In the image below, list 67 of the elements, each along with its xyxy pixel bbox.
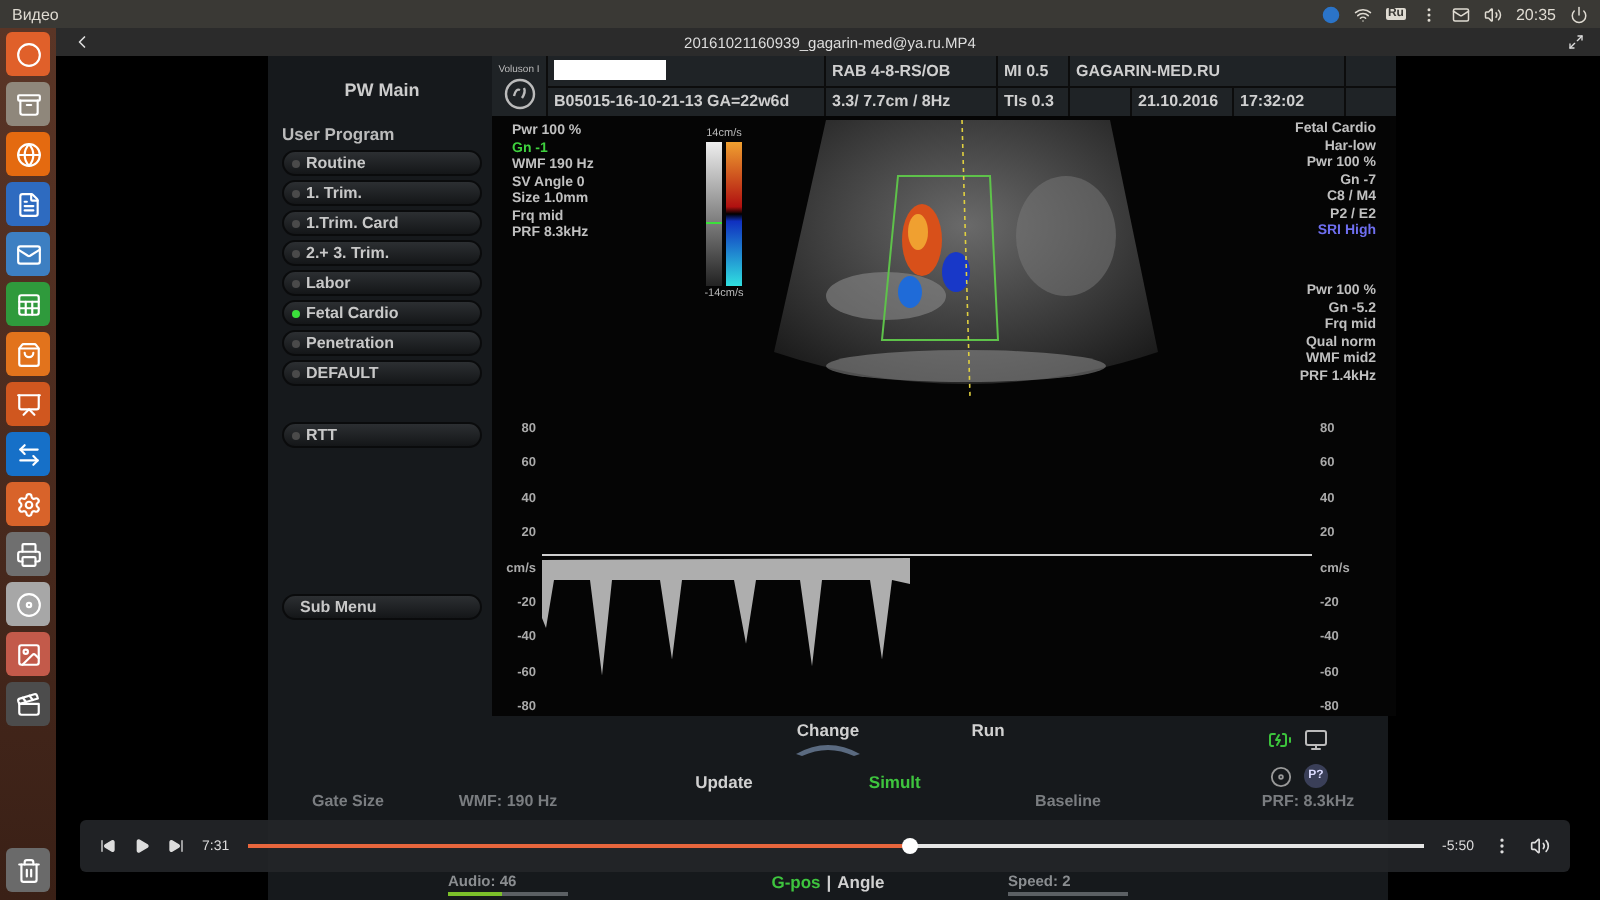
battery-icon [1268,728,1292,752]
separator-text: | [826,872,832,892]
mail-icon[interactable] [1451,5,1470,23]
panel-title: PW Main [342,80,422,100]
clock[interactable]: 20:35 [1515,5,1556,23]
run-key[interactable]: Run [971,720,1005,740]
round-logo-icon [503,77,535,109]
arrows-icon[interactable] [6,432,50,476]
patient-id-label: B05015-16-10-21-13 GA=22w6d [548,87,824,116]
header-cell [1070,87,1130,116]
app-name: Видео [12,5,59,23]
program-button[interactable]: RTT [282,422,482,448]
volume-icon[interactable] [1483,5,1502,23]
power-icon[interactable] [1570,5,1588,23]
shopping-bag-icon[interactable] [6,332,50,376]
program-button[interactable]: 2.+ 3. Trim. [282,240,482,266]
site-label: GAGARIN-MED.RU [1070,56,1344,85]
envelope-icon[interactable] [6,232,50,276]
gear-icon[interactable] [6,482,50,526]
sub-menu-button[interactable]: Sub Menu [282,594,482,620]
circle-logo-icon[interactable] [1321,5,1340,23]
program-button[interactable]: Routine [282,150,482,176]
knob-label: WMF: 190 Hz [458,792,558,810]
next-icon[interactable] [168,838,184,854]
toggle-option[interactable]: Angle [837,872,885,892]
depth-label: 3.3/ 7.7cm / 8Hz [826,87,996,116]
volume-icon[interactable] [1530,836,1550,856]
clapperboard-icon[interactable] [6,682,50,726]
drawer-icon[interactable] [6,82,50,126]
date-label: 21.10.2016 [1132,87,1232,116]
previous-icon[interactable] [100,838,116,854]
change-key[interactable]: Change [796,720,860,740]
header-cell [1346,87,1396,116]
trash-icon[interactable] [6,848,50,892]
mode-key[interactable]: Update [695,772,753,792]
program-button[interactable]: Fetal Cardio [282,300,482,326]
program-button[interactable]: Penetration [282,330,482,356]
knob-label: Baseline [1035,792,1101,810]
knob-label: PRF: 8.3kHz [1261,792,1355,810]
program-button[interactable]: 1. Trim. [282,180,482,206]
time-label: 17:32:02 [1234,87,1344,116]
knob-label: Gate Size [311,792,384,810]
fullscreen-icon[interactable] [1567,34,1584,50]
spreadsheet-icon[interactable] [6,282,50,326]
monitor-icon [1304,728,1328,752]
probe-label: RAB 4-8-RS/OB [826,56,996,85]
color-scale-bar-drawing [702,142,746,286]
presentation-icon[interactable] [6,382,50,426]
program-button[interactable]: 1.Trim. Card [282,210,482,236]
printer-icon[interactable] [6,532,50,576]
speaker-icon [1270,765,1292,787]
curved-key-drawing [792,740,864,756]
image-icon[interactable] [6,632,50,676]
globe-icon[interactable] [6,132,50,176]
toggle-option[interactable]: G-pos [771,872,821,892]
wifi-icon[interactable] [1353,5,1372,23]
section-label: User Program [282,124,397,144]
circle-logo-icon[interactable] [6,32,50,76]
document-icon[interactable] [6,182,50,226]
mode-key[interactable]: Simult [868,772,921,792]
program-button[interactable]: DEFAULT [282,360,482,386]
mi-label: MI 0.5 [998,56,1068,85]
blank-label [554,60,666,81]
progress-thumb[interactable] [901,838,918,854]
tis-label: TIs 0.3 [998,87,1068,116]
play-icon[interactable] [134,838,150,854]
program-button[interactable]: Labor [282,270,482,296]
